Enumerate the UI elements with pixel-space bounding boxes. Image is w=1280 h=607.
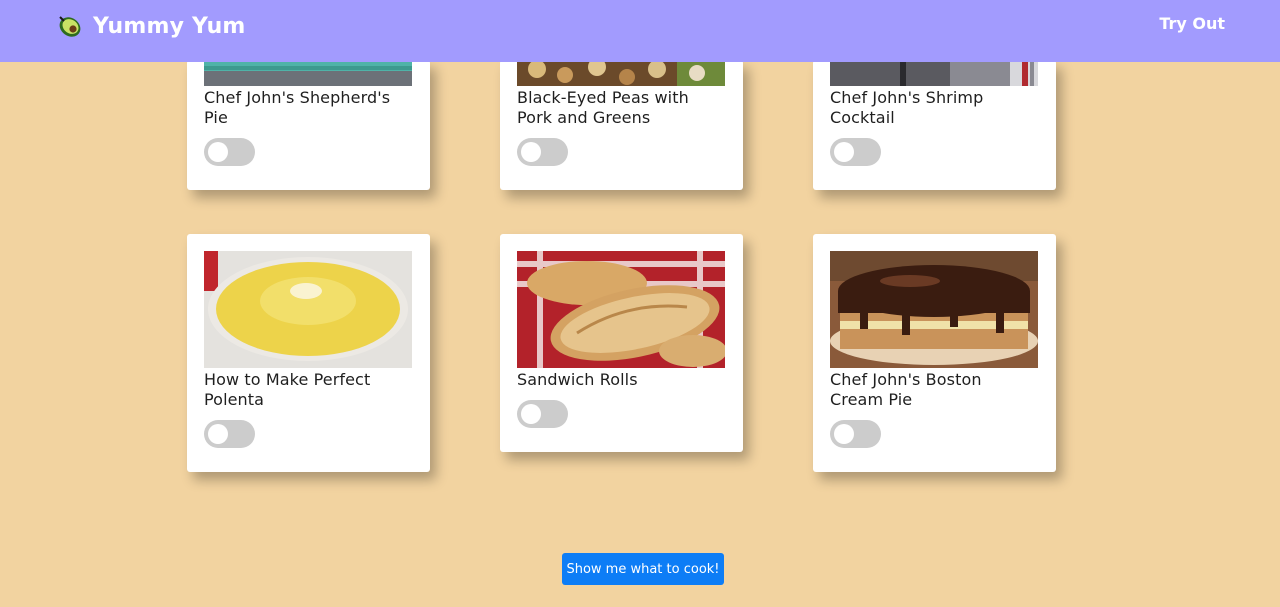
toggle-knob	[208, 424, 228, 444]
recipe-title: Chef John's Shrimp Cocktail	[830, 88, 984, 127]
recipe-card: Black-Eyed Peas with Pork and Greens	[500, 60, 743, 190]
recipe-card: Chef John's Shepherd's Pie	[187, 60, 430, 190]
recipe-toggle[interactable]	[830, 138, 881, 166]
recipe-card: Chef John's Boston Cream Pie	[813, 234, 1056, 472]
recipe-toggle[interactable]	[204, 420, 255, 448]
recipe-image	[830, 251, 1038, 368]
toggle-knob	[834, 142, 854, 162]
avocado-icon	[59, 16, 81, 37]
recipe-toggle[interactable]	[830, 420, 881, 448]
show-me-what-to-cook-button[interactable]: Show me what to cook!	[562, 553, 724, 585]
recipe-image	[517, 60, 725, 86]
brand-name: Yummy Yum	[93, 13, 246, 39]
brand[interactable]: Yummy Yum	[56, 10, 246, 42]
navbar: Yummy Yum Try Out	[0, 0, 1280, 62]
boston-cream-pie-photo	[830, 251, 1038, 368]
recipe-toggle[interactable]	[517, 138, 568, 166]
toggle-knob	[834, 424, 854, 444]
recipe-image	[830, 60, 1038, 86]
toggle-knob	[521, 142, 541, 162]
shrimp-cocktail-photo	[830, 60, 1038, 86]
try-out-link[interactable]: Try Out	[1159, 14, 1225, 33]
recipe-image	[517, 251, 725, 368]
black-eyed-peas-photo	[517, 60, 725, 86]
recipe-title: Black-Eyed Peas with Pork and Greens	[517, 88, 689, 127]
recipe-title: Chef John's Boston Cream Pie	[830, 370, 982, 409]
recipe-card: Sandwich Rolls	[500, 234, 743, 452]
recipe-image	[204, 60, 412, 86]
polenta-photo	[204, 251, 412, 368]
toggle-knob	[521, 404, 541, 424]
toggle-knob	[208, 142, 228, 162]
recipe-toggle[interactable]	[204, 138, 255, 166]
recipe-title: Chef John's Shepherd's Pie	[204, 88, 391, 127]
sandwich-rolls-photo	[517, 251, 725, 368]
recipe-title: Sandwich Rolls	[517, 370, 638, 389]
recipe-toggle[interactable]	[517, 400, 568, 428]
shepherds-pie-photo	[204, 60, 412, 86]
recipe-title: How to Make Perfect Polenta	[204, 370, 371, 409]
recipe-image	[204, 251, 412, 368]
recipe-card: How to Make Perfect Polenta	[187, 234, 430, 472]
recipe-card: Chef John's Shrimp Cocktail	[813, 60, 1056, 190]
